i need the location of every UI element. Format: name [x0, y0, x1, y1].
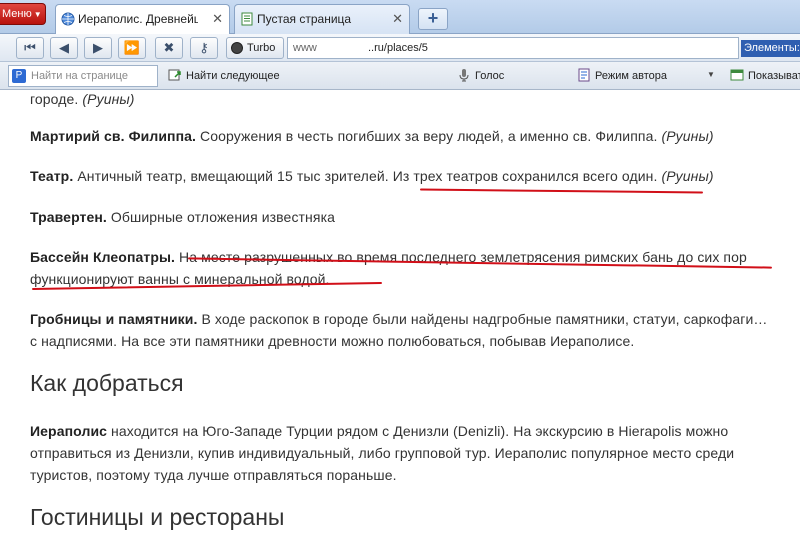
tab-blank-page[interactable]: Пустая страница ✕ [234, 4, 410, 34]
author-mode-label: Режим автора [595, 70, 667, 82]
text: городе. [30, 91, 79, 107]
ruins-tag: (Руины) [661, 128, 714, 144]
close-icon: ✖ [163, 40, 175, 55]
forward-button[interactable]: ▶ [84, 37, 112, 59]
item-title: Гробницы и памятники. [30, 311, 198, 327]
rewind-icon: ⏮ [24, 40, 36, 55]
author-mode-icon [578, 68, 590, 82]
search-icon: P [12, 69, 26, 83]
menu-button[interactable]: Меню ▼ [0, 3, 46, 25]
item-text: находится на Юго-Западе Турции рядом с Д… [30, 423, 735, 483]
address-value: ..ru/places/5 [368, 42, 428, 54]
fast-forward-button[interactable]: ⏩ [118, 37, 146, 59]
find-next-icon [168, 69, 181, 81]
ruins-tag: (Руины) [661, 168, 714, 184]
turbo-label: Turbo [247, 42, 276, 54]
ruins-tag: (Руины) [82, 91, 135, 107]
rewind-button[interactable]: ⏮ [16, 37, 44, 59]
tools-bar: P Найти на странице Найти следующее Голо… [0, 62, 800, 90]
wand-button[interactable]: ⚷ [190, 37, 218, 59]
item-title: Травертен. [30, 209, 107, 225]
find-next-button[interactable]: Найти следующее [168, 68, 280, 82]
tab-bar: Меню ▼ Иераполис. Древнейши ✕ Пустая стра… [0, 0, 800, 35]
close-icon[interactable]: ✕ [212, 11, 223, 27]
paragraph-martyrium: Мартирий св. Филиппа. Сооружения в честь… [30, 125, 775, 147]
item-title: Иераполис [30, 423, 108, 439]
heading-how-to-get: Как добраться [30, 370, 184, 396]
paragraph-cleopatra-pool: Бассейн Клеопатры. На месте разрушенных … [30, 246, 775, 290]
turbo-icon [231, 42, 243, 54]
item-title: Театр. [30, 168, 74, 184]
globe-icon [61, 12, 75, 26]
address-field[interactable]: www ..ru/places/5 [287, 37, 739, 59]
item-text: Обширные отложения известняка [106, 209, 335, 225]
heading-hotels: Гостиницы и рестораны [30, 504, 285, 530]
item-text: Античный театр, вмещающий 15 тыс зрителе… [73, 168, 662, 184]
turbo-button[interactable]: Turbo [226, 37, 284, 59]
address-prefix: www [293, 42, 317, 54]
stop-button[interactable]: ✖ [155, 37, 183, 59]
tab-hierapolis[interactable]: Иераполис. Древнейши ✕ [55, 4, 230, 35]
forward-arrow-icon: ▶ [93, 40, 103, 55]
author-mode-button[interactable]: Режим автора [577, 68, 667, 82]
tab-title: Иераполис. Древнейши [78, 12, 198, 26]
show-icon [730, 69, 744, 81]
fast-forward-icon: ⏩ [123, 40, 141, 55]
chevron-down-icon[interactable]: ▼ [707, 70, 715, 79]
show-button[interactable]: Показыват [730, 68, 800, 82]
voice-label: Голос [475, 70, 505, 82]
find-next-label: Найти следующее [186, 70, 280, 82]
menu-label: Меню [2, 8, 32, 20]
show-label: Показыват [748, 70, 800, 82]
paragraph-how-to-get: Иераполис находится на Юго-Западе Турции… [30, 420, 775, 486]
red-underline [419, 188, 704, 194]
back-arrow-icon: ◀ [59, 40, 69, 55]
navigation-bar: ⏮ ◀ ▶ ⏩ ✖ ⚷ Turbo www ..ru/places/5 Элем… [0, 34, 800, 62]
paragraph-travertine: Травертен. Обширные отложения известняка [30, 206, 775, 228]
item-title: Мартирий св. Филиппа. [30, 128, 197, 144]
back-button[interactable]: ◀ [50, 37, 78, 59]
elements-panel-label[interactable]: Элементы: [741, 40, 800, 57]
page-content: городе. (Руины) Мартирий св. Филиппа. Со… [0, 90, 800, 553]
microphone-icon [459, 69, 469, 82]
paragraph-theater: Театр. Античный театр, вмещающий 15 тыс … [30, 165, 775, 187]
item-text: Сооружения в честь погибших за веру люде… [196, 128, 662, 144]
chevron-down-icon: ▼ [33, 10, 42, 19]
paragraph-tombs: Гробницы и памятники. В ходе раскопок в … [30, 308, 775, 352]
item-title: Бассейн Клеопатры. [30, 249, 176, 265]
page-icon [241, 12, 253, 26]
find-placeholder: Найти на странице [31, 70, 128, 82]
find-input[interactable]: P Найти на странице [8, 65, 158, 87]
close-icon[interactable]: ✕ [392, 11, 403, 27]
key-icon: ⚷ [199, 40, 209, 55]
new-tab-button[interactable]: + [418, 8, 448, 30]
paragraph-ruins-tail: городе. (Руины) [30, 90, 775, 110]
voice-button[interactable]: Голос [457, 68, 504, 82]
tab-title: Пустая страница [257, 12, 352, 26]
